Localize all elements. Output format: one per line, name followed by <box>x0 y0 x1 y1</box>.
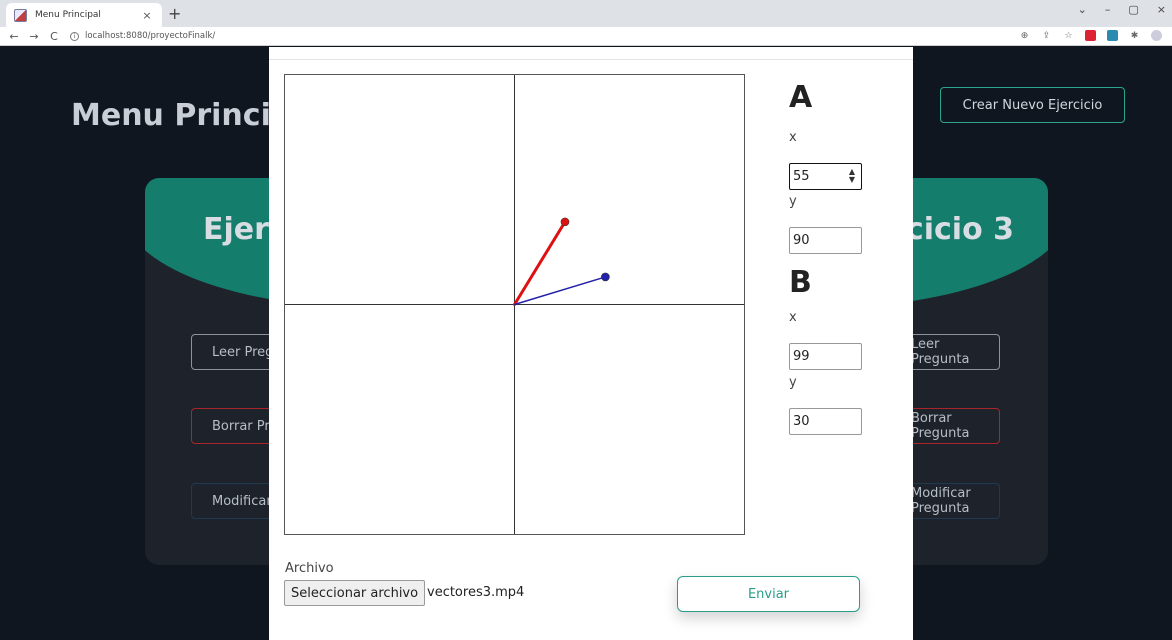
vector-b-x-input[interactable] <box>789 343 862 370</box>
vector-a-y-label: y <box>789 194 797 209</box>
address-bar: ← → C i localhost:8080/proyectoFinalk/ ⊕… <box>0 27 1172 46</box>
back-icon[interactable]: ← <box>8 30 20 43</box>
selected-file-name: vectores3.mp4 <box>427 585 525 600</box>
profile-avatar-icon[interactable] <box>1151 30 1162 41</box>
browser-toolbar: ⊕ ⇪ ☆ ✱ <box>1019 30 1162 41</box>
minimize-icon[interactable]: – <box>1105 3 1111 16</box>
browser-tab[interactable]: Menu Principal × <box>6 3 162 27</box>
new-tab-icon[interactable]: + <box>168 4 181 23</box>
vector-b-y-label: y <box>789 375 797 390</box>
favicon-icon <box>14 8 27 22</box>
tab-title: Menu Principal <box>35 10 101 20</box>
restore-icon[interactable]: ▢ <box>1128 3 1138 16</box>
vector-a-label: A <box>789 80 813 115</box>
pdf-extension-icon[interactable] <box>1085 30 1096 41</box>
vector-b-x-label: x <box>789 310 797 325</box>
url-field[interactable]: i localhost:8080/proyectoFinalk/ <box>70 31 215 41</box>
crear-nuevo-ejercicio-button[interactable]: Crear Nuevo Ejercicio <box>940 87 1125 123</box>
number-spinner-icon[interactable]: ▲ ▼ <box>847 168 857 184</box>
bookmark-star-icon[interactable]: ☆ <box>1063 30 1074 41</box>
tab-close-icon[interactable]: × <box>140 9 154 22</box>
browser-tabbar: Menu Principal × + ⌄ – ▢ × <box>0 0 1172 27</box>
share-icon[interactable]: ⇪ <box>1041 30 1052 41</box>
vector-a-y-input[interactable] <box>789 227 862 254</box>
window-controls: ⌄ – ▢ × <box>1078 3 1166 16</box>
extensions-puzzle-icon[interactable]: ✱ <box>1129 30 1140 41</box>
archivo-label: Archivo <box>285 561 334 576</box>
forward-icon[interactable]: → <box>28 30 40 43</box>
vector-modal: A x ▲▼ y B x y Archivo Seleccionar archi… <box>269 47 913 640</box>
close-window-icon[interactable]: × <box>1157 3 1166 16</box>
vector-b-y-input[interactable] <box>789 408 862 435</box>
vector-a-x-label: x <box>789 130 797 145</box>
vector-graph <box>284 74 745 535</box>
select-file-button[interactable]: Seleccionar archivo <box>284 580 426 606</box>
enviar-button[interactable]: Enviar <box>677 576 860 612</box>
extension-icon[interactable] <box>1107 30 1118 41</box>
tab-search-icon[interactable]: ⌄ <box>1078 3 1087 16</box>
site-info-icon[interactable]: i <box>70 31 79 41</box>
vector-b-endpoint <box>601 272 610 282</box>
url-text: localhost:8080/proyectoFinalk/ <box>85 31 216 41</box>
vector-b-label: B <box>789 265 812 300</box>
vector-a-endpoint <box>560 217 570 227</box>
reload-icon[interactable]: C <box>48 30 60 43</box>
modal-divider <box>269 59 913 60</box>
zoom-icon[interactable]: ⊕ <box>1019 30 1030 41</box>
graph-canvas <box>285 75 744 534</box>
